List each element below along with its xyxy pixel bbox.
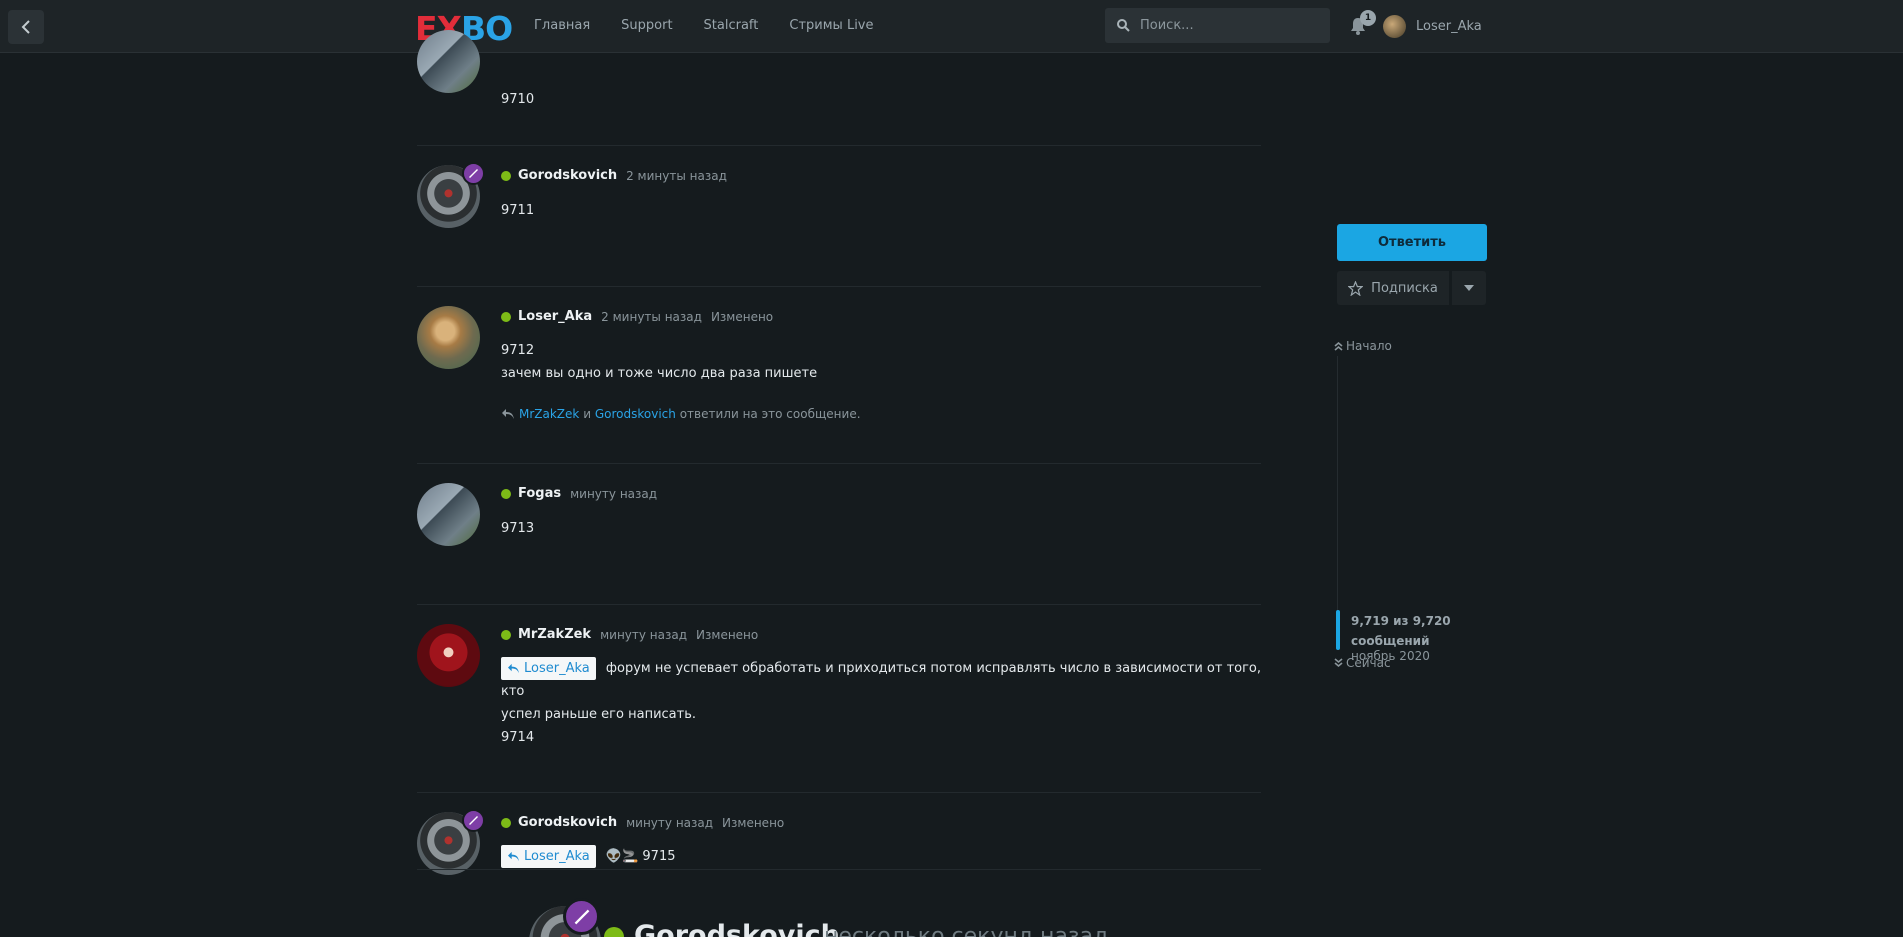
post-meta: Gorodskovich 2 минуты назад xyxy=(501,168,736,183)
post-line-text: форум не успевает обработать и приходить… xyxy=(501,661,1262,699)
post-meta: Fogas минуту назад xyxy=(501,486,666,501)
subscribe-button[interactable]: Подписка xyxy=(1337,271,1449,305)
chevron-left-icon xyxy=(21,20,30,34)
post-author: Gorodskovich xyxy=(634,920,840,937)
post-text: Loser_Aka форум не успевает обработать и… xyxy=(501,657,1261,749)
divider xyxy=(417,792,1261,793)
avatar[interactable] xyxy=(417,30,480,93)
post-text: 9712 зачем вы одно и тоже число два раза… xyxy=(501,339,817,385)
edited-label[interactable]: Изменено xyxy=(696,628,758,642)
post-time: несколько секунд назад xyxy=(824,924,1109,937)
caret-down-icon xyxy=(1464,285,1474,291)
scroll-count-line: сообщений xyxy=(1351,634,1430,648)
post-text: 9713 xyxy=(501,521,535,536)
wrench-icon xyxy=(574,909,589,924)
divider xyxy=(417,286,1261,287)
post-line: Loser_Aka форум не успевает обработать и… xyxy=(501,657,1261,703)
post-text: 9710 xyxy=(501,92,535,107)
new-post-preview: Gorodskovich несколько секунд назад xyxy=(517,892,1117,937)
online-indicator xyxy=(501,629,511,640)
post-time[interactable]: 2 минуты назад xyxy=(626,169,727,183)
reply-icon xyxy=(502,409,514,419)
post-9712: Loser_Aka 2 минуты назад Изменено 9712 з… xyxy=(417,306,1261,456)
post-time[interactable]: минуту назад xyxy=(570,487,657,501)
post-time[interactable]: 2 минуты назад xyxy=(601,310,702,324)
avatar[interactable] xyxy=(417,306,480,369)
scroll-position: 9,719 из 9,720 сообщений xyxy=(1351,611,1451,651)
post-text: 9711 xyxy=(501,203,535,218)
back-button[interactable] xyxy=(8,10,44,44)
post-line-text: 9715 xyxy=(642,849,676,864)
moderator-badge xyxy=(563,898,600,935)
edited-label[interactable]: Изменено xyxy=(722,816,784,830)
replies-note: MrZakZek и Gorodskovich ответили на это … xyxy=(501,407,861,421)
online-indicator xyxy=(501,311,511,322)
subscribe-dropdown[interactable] xyxy=(1452,271,1486,305)
emoji: 👽🚬 xyxy=(605,849,639,864)
divider xyxy=(417,145,1261,146)
reply-button[interactable]: Ответить xyxy=(1337,224,1487,261)
divider xyxy=(417,869,1261,870)
avatar[interactable] xyxy=(417,624,480,687)
post-time[interactable]: минуту назад xyxy=(626,816,713,830)
mention-user: Loser_Aka xyxy=(524,849,590,864)
scroll-to-start[interactable]: Начало xyxy=(1334,339,1392,353)
post-meta: MrZakZek минуту назад Изменено xyxy=(501,627,758,642)
edited-label[interactable]: Изменено xyxy=(711,310,773,324)
post-line: 9712 xyxy=(501,343,535,358)
divider xyxy=(417,463,1261,464)
post-text: Loser_Aka 👽🚬 9715 xyxy=(501,845,676,868)
double-chevron-down-icon xyxy=(1334,658,1343,668)
online-indicator xyxy=(604,927,624,937)
post-time[interactable]: минуту назад xyxy=(600,628,687,642)
double-chevron-up-icon xyxy=(1334,341,1343,351)
post-line: зачем вы одно и тоже число два раза пише… xyxy=(501,366,818,381)
post-9713: Fogas минуту назад 9713 xyxy=(417,483,1261,603)
post-line: успел раньше его написать. xyxy=(501,707,696,722)
scroll-to-now[interactable]: Сейчас xyxy=(1334,656,1391,670)
mention-chip[interactable]: Loser_Aka xyxy=(501,657,596,680)
scroll-thumb[interactable] xyxy=(1336,610,1340,650)
moderator-badge xyxy=(462,809,485,832)
post-meta: Gorodskovich минуту назад Изменено xyxy=(501,815,784,830)
scroll-top-label: Начало xyxy=(1346,339,1392,353)
avatar[interactable] xyxy=(417,483,480,546)
post-9711: Gorodskovich 2 минуты назад 9711 xyxy=(417,162,1261,285)
scroll-track[interactable] xyxy=(1337,356,1338,628)
wrench-icon xyxy=(469,169,478,178)
moderator-badge xyxy=(462,162,485,185)
online-indicator xyxy=(501,817,511,828)
scroll-count-line: 9,719 из 9,720 xyxy=(1351,614,1451,628)
notifications[interactable]: 1 xyxy=(1350,10,1376,37)
post-author[interactable]: Loser_Aka xyxy=(518,309,592,324)
subscribe-label: Подписка xyxy=(1371,280,1438,296)
post-author[interactable]: Gorodskovich xyxy=(518,168,617,183)
post-9714: MrZakZek минуту назад Изменено Loser_Aka… xyxy=(417,624,1261,784)
wrench-icon xyxy=(469,816,478,825)
post-9715: Gorodskovich минуту назад Изменено Loser… xyxy=(417,809,1261,875)
reply-icon xyxy=(508,663,519,674)
mention-user: Loser_Aka xyxy=(524,661,590,676)
and-text: и xyxy=(583,407,592,421)
post-author[interactable]: Fogas xyxy=(518,486,561,501)
mention-chip[interactable]: Loser_Aka xyxy=(501,845,596,868)
reply-icon xyxy=(508,851,519,862)
online-indicator xyxy=(501,170,511,181)
star-icon xyxy=(1348,280,1364,296)
replies-tail: ответили на это сообщение. xyxy=(679,407,861,421)
reply-user-link[interactable]: Gorodskovich xyxy=(595,407,676,421)
scroll-now-label: Сейчас xyxy=(1346,656,1391,670)
username: Loser_Aka xyxy=(1416,19,1482,34)
post-author[interactable]: Gorodskovich xyxy=(518,815,617,830)
notifications-badge: 1 xyxy=(1360,10,1376,26)
user-menu[interactable]: Loser_Aka xyxy=(1383,15,1482,38)
post-meta: Loser_Aka 2 минуты назад Изменено xyxy=(501,309,773,324)
reply-user-link[interactable]: MrZakZek xyxy=(519,407,579,421)
post-author[interactable]: MrZakZek xyxy=(518,627,591,642)
post-9710: 9710 xyxy=(417,30,1261,107)
post-line: 9714 xyxy=(501,730,535,745)
online-indicator xyxy=(501,488,511,499)
avatar xyxy=(1383,15,1406,38)
divider xyxy=(417,604,1261,605)
